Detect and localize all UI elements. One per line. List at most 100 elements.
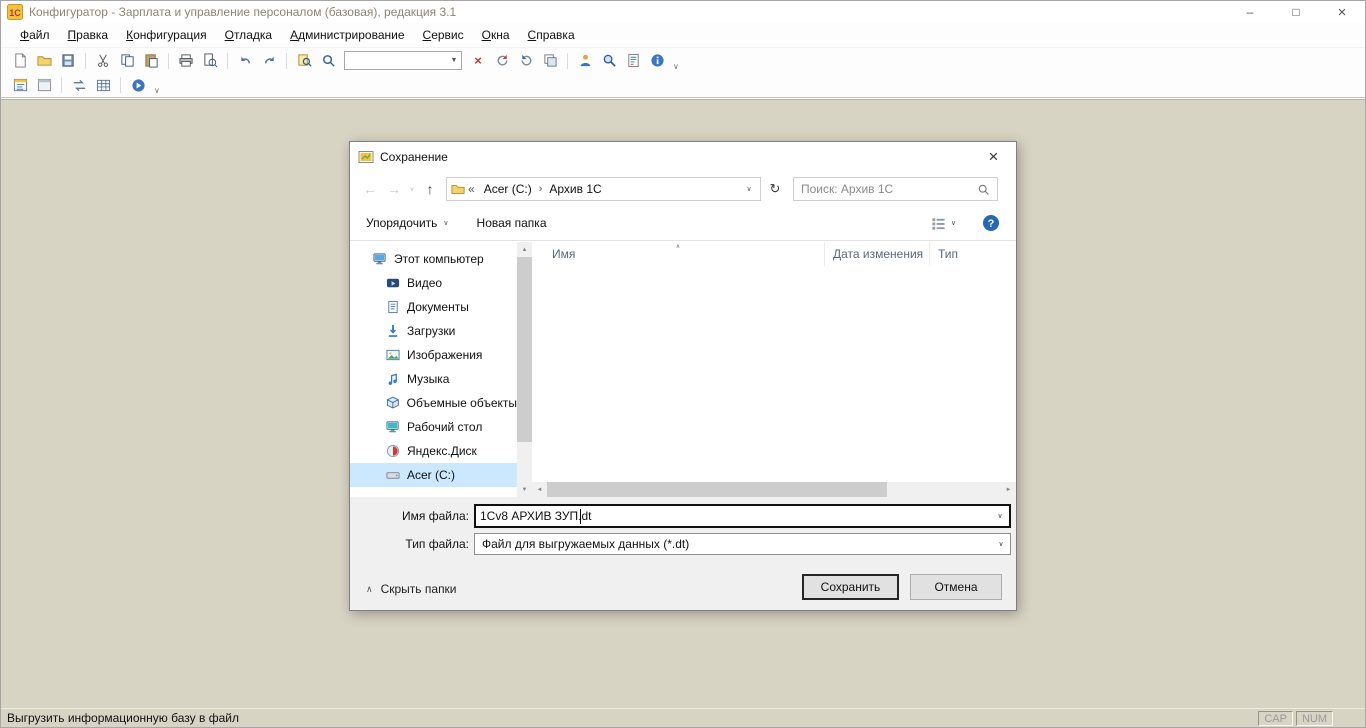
redo-button[interactable] [258,51,280,71]
goto-prev-button[interactable] [491,51,513,71]
sidebar-item-music[interactable]: Музыка [350,367,517,391]
column-header-type[interactable]: Тип [930,242,1016,266]
procedure-combobox[interactable]: ▼ [344,51,462,70]
paste-button[interactable] [140,51,162,71]
sidebar-item-label: Загрузки [407,324,455,338]
config-tree-button[interactable] [9,75,31,95]
up-button[interactable]: ↑ [418,181,442,197]
column-header-date-modified[interactable]: Дата изменения [825,242,930,266]
organize-button[interactable]: Упорядочить ∨ [366,216,449,230]
sidebar-item-this-pc[interactable]: Этот компьютер [350,247,517,271]
menu-item-configuration[interactable]: Конфигурация [117,25,216,45]
filetype-select[interactable]: Файл для выгружаемых данных (*.dt) ∨ [474,533,1011,555]
toolbar-overflow-icon[interactable]: ∨ [673,62,679,71]
status-text: Выгрузить информационную базу в файл [7,711,239,725]
sidebar-item-downloads[interactable]: Загрузки [350,319,517,343]
save-button[interactable]: Сохранить [802,574,899,600]
exchange-icon [72,78,87,93]
horizontal-scrollbar[interactable]: ◄ ► [532,482,1016,497]
menu-item-tools[interactable]: Сервис [414,25,473,45]
menu-item-file[interactable]: Файл [11,25,59,45]
print-button[interactable] [175,51,197,71]
scroll-right-icon[interactable]: ► [1001,482,1016,497]
config-search-button[interactable] [598,51,620,71]
scrollbar-thumb[interactable] [547,482,887,497]
save-dialog: Сохранение × ← → ∨ ↑ « Acer (C:) › Архив… [349,141,1017,611]
menu-item-debug[interactable]: Отладка [216,25,281,45]
breadcrumb-overflow-icon[interactable]: « [465,182,478,196]
open-button[interactable] [33,51,55,71]
undo-button[interactable] [234,51,256,71]
sidebar-item-drive-c[interactable]: Acer (C:) [350,463,517,487]
help-button[interactable]: ? [982,214,1000,232]
sort-ascending-icon[interactable]: ∧ [676,235,680,259]
filename-input[interactable]: 1Cv8 АРХИВ ЗУП.dt ∨ [474,504,1011,528]
minimize-button[interactable]: – [1227,1,1273,23]
hide-folders-button[interactable]: ∧ Скрыть папки [366,582,457,596]
modules-button[interactable] [622,51,644,71]
filename-dropdown-icon[interactable]: ∨ [991,512,1009,520]
scroll-left-icon[interactable]: ◄ [532,482,547,497]
sidebar-item-desktop[interactable]: Рабочий стол [350,415,517,439]
recent-locations-icon[interactable]: ∨ [406,185,418,193]
cut-button[interactable] [92,51,114,71]
filetype-value: Файл для выгружаемых данных (*.dt) [482,537,689,551]
start-debugging-icon [131,78,146,93]
dialog-title-bar[interactable]: Сохранение × [350,142,1016,172]
sidebar-item-documents[interactable]: Документы [350,295,517,319]
search-input[interactable]: Поиск: Архив 1С [793,177,998,201]
dialog-close-button[interactable]: × [971,142,1016,172]
menu-item-help[interactable]: Справка [519,25,584,45]
refresh-button[interactable]: ↻ [764,177,786,201]
debug-dropdown-icon[interactable]: ∨ [154,86,160,95]
breadcrumb-folder[interactable]: Архив 1С [543,182,607,196]
menu-item-edit[interactable]: Правка [59,25,118,45]
new-document-button[interactable] [9,51,31,71]
new-folder-button[interactable]: Новая папка [477,216,547,230]
windows-list-button[interactable] [539,51,561,71]
sidebar-item-pictures[interactable]: Изображения [350,343,517,367]
info-button[interactable] [646,51,668,71]
title-bar[interactable]: 1С Конфигуратор - Зарплата и управление … [1,1,1365,23]
goto-next-button[interactable] [515,51,537,71]
column-header-label: Дата изменения [833,247,923,261]
undo-icon [238,53,253,68]
filetype-dropdown-icon[interactable]: ∨ [992,540,1010,548]
new-folder-label: Новая папка [477,216,547,230]
toolbar-separator [567,53,568,69]
column-header-name[interactable]: Имя ∧ [532,242,825,266]
column-header-label: Тип [938,247,958,261]
sidebar-item-videos[interactable]: Видео [350,271,517,295]
save-button-toolbar[interactable] [57,51,79,71]
table-button[interactable] [92,75,114,95]
scroll-up-icon[interactable]: ▲ [517,242,532,257]
find-button[interactable] [293,51,315,71]
breadcrumb-drive[interactable]: Acer (C:) [478,182,538,196]
config-window-button[interactable] [33,75,55,95]
search-icon [977,183,990,196]
cancel-button[interactable]: Отмена [910,574,1002,600]
start-debugging-button[interactable] [127,75,149,95]
clear-button[interactable]: × [467,51,489,71]
menu-item-windows[interactable]: Окна [473,25,519,45]
menu-item-administration[interactable]: Администрирование [281,25,413,45]
organize-label: Упорядочить [366,216,437,230]
config-check-button[interactable] [574,51,596,71]
scroll-down-icon[interactable]: ▼ [517,482,532,497]
back-button[interactable]: ← [358,181,382,197]
close-button[interactable]: × [1319,1,1365,23]
address-dropdown-icon[interactable]: ∨ [742,185,756,193]
maximize-button[interactable]: □ [1273,1,1319,23]
view-mode-button[interactable]: ∨ [931,216,956,231]
print-preview-button[interactable] [199,51,221,71]
zoom-button[interactable] [317,51,339,71]
copy-button[interactable] [116,51,138,71]
exchange-button[interactable] [68,75,90,95]
address-bar[interactable]: « Acer (C:) › Архив 1С ∨ [446,177,761,201]
forward-button[interactable]: → [382,181,406,197]
sidebar-item-yandex-disk[interactable]: Яндекс.Диск [350,439,517,463]
scrollbar-thumb[interactable] [517,257,532,442]
combobox-dropdown-icon[interactable]: ▼ [447,57,461,64]
sidebar-item-3d-objects[interactable]: Объемные объекты [350,391,517,415]
sidebar-scrollbar[interactable]: ▲ ▼ [517,242,532,497]
